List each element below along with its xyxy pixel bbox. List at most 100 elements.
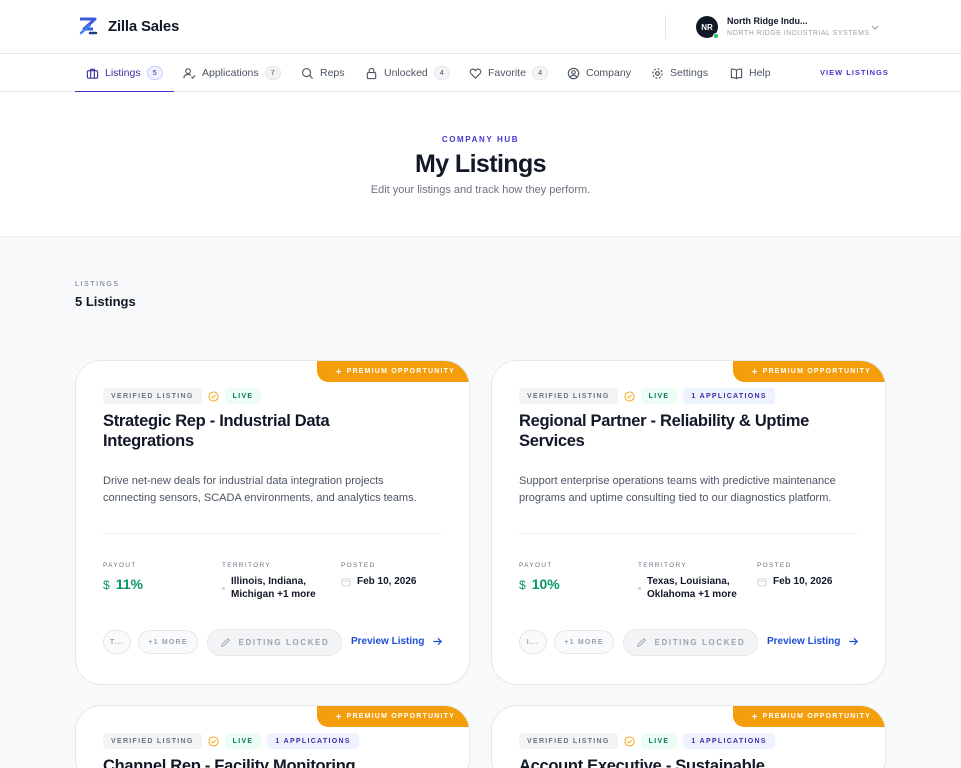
premium-ribbon-label: PREMIUM OPPORTUNITY [762, 713, 871, 720]
verified-badge: VERIFIED LISTING [103, 388, 202, 404]
page-hero: COMPANY HUB My Listings Edit your listin… [0, 92, 961, 237]
avatar-initials: NR [701, 22, 713, 32]
tab-favorite[interactable]: Favorite 4 [469, 54, 549, 92]
payout-currency: $ [519, 578, 526, 592]
territory-chip[interactable]: I... [519, 630, 547, 654]
gear-icon [652, 67, 663, 79]
editing-locked-button[interactable]: EDITING LOCKED [623, 629, 758, 656]
tab-settings[interactable]: Settings [651, 54, 708, 92]
listing-title[interactable]: Strategic Rep - Industrial Data Integrat… [103, 411, 403, 451]
account-switcher[interactable]: NR North Ridge Indu... NORTH RIDGE INDUS… [696, 16, 870, 39]
calendar-icon [757, 577, 767, 586]
account-name: North Ridge Indu... [727, 16, 808, 26]
more-chip[interactable]: +1 MORE [138, 630, 198, 654]
territory-text: Illinois, Indiana, Michigan +1 more [231, 576, 316, 600]
territory-label: TERRITORY [638, 562, 688, 569]
preview-listing-label: Preview Listing [767, 636, 841, 647]
territory-chip[interactable]: T... [103, 630, 131, 654]
card-divider [103, 533, 442, 534]
tab-help[interactable]: Help [730, 54, 771, 92]
brand-name: Zilla Sales [108, 17, 180, 35]
account-company: NORTH RIDGE INDUSTRIAL SYSTEMS [727, 30, 870, 37]
live-badge: LIVE [224, 388, 262, 404]
pencil-icon [220, 638, 230, 647]
posted-value: Feb 10, 2026 [757, 576, 832, 587]
payout-currency: $ [103, 578, 110, 592]
preview-listing-link[interactable]: Preview Listing [351, 636, 443, 647]
editing-locked-label: EDITING LOCKED [654, 638, 746, 647]
payout-label: PAYOUT [519, 562, 553, 569]
heart-icon [469, 68, 482, 79]
chevron-down-icon[interactable] [870, 22, 880, 32]
listing-card[interactable]: PREMIUM OPPORTUNITY VERIFIED LISTING LIV… [491, 705, 886, 768]
premium-ribbon: PREMIUM OPPORTUNITY [316, 706, 469, 727]
listing-card[interactable]: PREMIUM OPPORTUNITY VERIFIED LISTING LIV… [491, 360, 886, 685]
listing-tags: VERIFIED LISTING LIVE [103, 388, 262, 404]
tab-unlocked-badge: 4 [433, 66, 450, 80]
tab-settings-label: Settings [670, 67, 708, 79]
listing-card[interactable]: PREMIUM OPPORTUNITY VERIFIED LISTING LIV… [75, 360, 470, 685]
tab-reps[interactable]: Reps [301, 54, 345, 92]
tab-applications-label: Applications [202, 67, 259, 79]
listing-tags: VERIFIED LISTING LIVE 1 APPLICATIONS [519, 733, 775, 749]
tab-help-label: Help [749, 67, 771, 79]
pin-icon [638, 587, 641, 590]
listing-tags: VERIFIED LISTING LIVE 1 APPLICATIONS [519, 388, 775, 404]
live-badge: LIVE [640, 733, 678, 749]
listing-title[interactable]: Account Executive - Sustainable [519, 756, 859, 768]
tab-reps-label: Reps [320, 67, 345, 79]
tab-company[interactable]: Company [567, 54, 631, 92]
top-header: Zilla Sales NR North Ridge Indu... NORTH… [0, 0, 961, 54]
territory-text: Texas, Louisiana, Oklahoma +1 more [647, 576, 737, 600]
payout-percent: 11% [115, 576, 143, 592]
posted-label: POSTED [341, 562, 376, 569]
calendar-icon [341, 577, 351, 586]
payout-value: $ 11% [103, 576, 143, 592]
more-chip[interactable]: +1 MORE [554, 630, 614, 654]
listing-title[interactable]: Regional Partner - Reliability & Uptime … [519, 411, 819, 451]
bolt-icon [334, 713, 342, 720]
pin-icon [222, 587, 225, 590]
tab-listings[interactable]: Listings 5 [75, 54, 174, 93]
applications-badge[interactable]: 1 APPLICATIONS [683, 733, 775, 749]
book-icon [730, 67, 743, 79]
applications-badge[interactable]: 1 APPLICATIONS [267, 733, 359, 749]
user-check-icon [183, 67, 196, 79]
view-listings-link[interactable]: VIEW LISTINGS [820, 68, 889, 77]
territory-value: Texas, Louisiana, Oklahoma +1 more [638, 575, 739, 601]
posted-value: Feb 10, 2026 [341, 576, 416, 587]
editing-locked-button[interactable]: EDITING LOCKED [207, 629, 342, 656]
bolt-icon [750, 713, 758, 720]
payout-label: PAYOUT [103, 562, 137, 569]
arrow-right-icon [849, 637, 859, 646]
verified-badge: VERIFIED LISTING [103, 733, 202, 749]
payout-value: $ 10% [519, 576, 560, 592]
tab-favorite-label: Favorite [488, 67, 526, 79]
listing-card[interactable]: PREMIUM OPPORTUNITY VERIFIED LISTING LIV… [75, 705, 470, 768]
lock-icon [366, 67, 377, 79]
listing-title[interactable]: Channel Rep - Facility Monitoring [103, 756, 443, 768]
tab-unlocked[interactable]: Unlocked 4 [365, 54, 450, 92]
editing-locked-label: EDITING LOCKED [238, 638, 330, 647]
verified-badge: VERIFIED LISTING [519, 733, 618, 749]
pencil-icon [636, 638, 646, 647]
applications-badge[interactable]: 1 APPLICATIONS [683, 388, 775, 404]
search-icon [302, 67, 314, 79]
tab-favorite-badge: 4 [531, 66, 549, 80]
brand-logo[interactable]: Zilla Sales [78, 16, 179, 36]
tab-applications[interactable]: Applications 7 [183, 54, 281, 92]
territory-value: Illinois, Indiana, Michigan +1 more [222, 575, 323, 601]
arrow-right-icon [433, 637, 443, 646]
posted-date: Feb 10, 2026 [357, 576, 417, 587]
card-divider [519, 533, 858, 534]
premium-ribbon: PREMIUM OPPORTUNITY [316, 361, 469, 382]
tab-applications-badge: 7 [264, 66, 281, 80]
header-divider [665, 15, 666, 39]
online-status-dot [713, 33, 719, 39]
tab-company-label: Company [586, 67, 631, 79]
main-nav: Listings 5 Applications 7 Reps Unlocked … [0, 54, 961, 93]
territory-label: TERRITORY [222, 562, 272, 569]
check-circle-icon [208, 390, 219, 402]
preview-listing-link[interactable]: Preview Listing [767, 636, 859, 647]
live-badge: LIVE [224, 733, 262, 749]
